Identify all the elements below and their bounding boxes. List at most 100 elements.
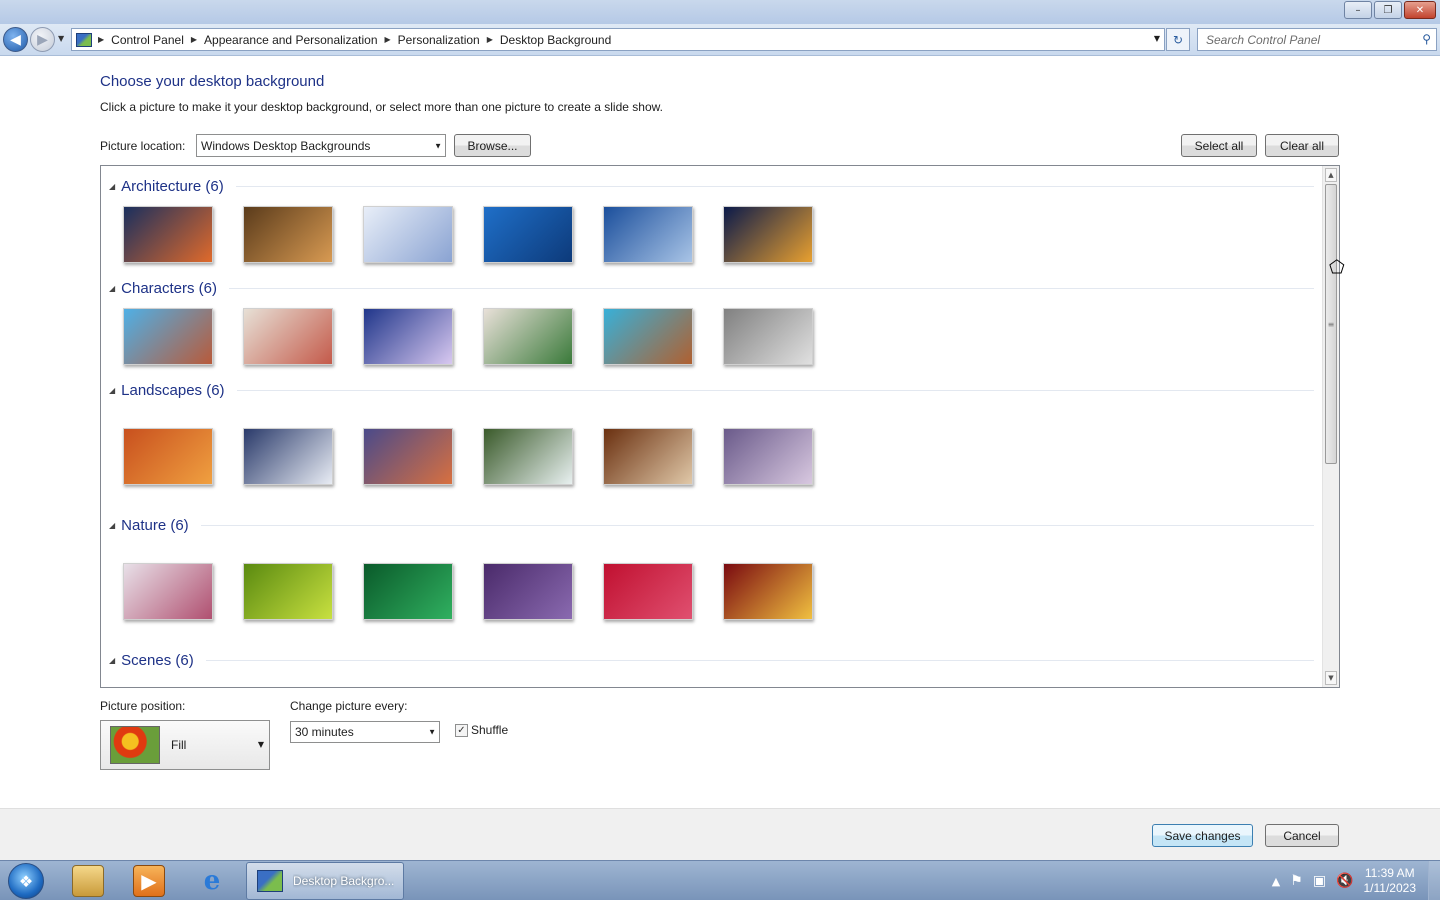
search-input[interactable]: Search Control Panel ⚲ bbox=[1197, 28, 1437, 51]
recent-pages-dropdown[interactable]: ▼ bbox=[58, 34, 64, 43]
group-title: Nature (6) bbox=[121, 516, 189, 534]
picture-location-select[interactable]: Windows Desktop Backgrounds ▼ bbox=[196, 134, 446, 157]
wallpaper-thumbnail[interactable] bbox=[603, 206, 693, 263]
wallpaper-thumbnail[interactable] bbox=[363, 563, 453, 620]
chevron-down-icon: ▼ bbox=[434, 141, 442, 150]
picture-location-value: Windows Desktop Backgrounds bbox=[201, 138, 371, 153]
breadcrumb-separator-icon[interactable]: ▶ bbox=[385, 35, 391, 44]
group-header[interactable]: ◢ Scenes (6) bbox=[109, 650, 1314, 670]
breadcrumb-label: Personalization bbox=[397, 32, 480, 47]
clock-time: 11:39 AM bbox=[1364, 866, 1415, 880]
shuffle-label[interactable]: Shuffle bbox=[471, 723, 508, 737]
show-hidden-icons-icon[interactable]: ▲ bbox=[1272, 875, 1280, 888]
group-header[interactable]: ◢ Characters (6) bbox=[109, 278, 1314, 298]
scroll-down-icon[interactable]: ▼ bbox=[1325, 671, 1337, 685]
wallpaper-thumbnail[interactable] bbox=[123, 206, 213, 263]
explorer-taskbar-icon[interactable] bbox=[72, 865, 104, 897]
wallpaper-thumbnail[interactable] bbox=[363, 428, 453, 485]
collapse-triangle-icon[interactable]: ◢ bbox=[109, 521, 115, 530]
wallpaper-thumbnail[interactable] bbox=[723, 563, 813, 620]
wallpaper-thumbnail[interactable] bbox=[603, 563, 693, 620]
back-button[interactable]: ◀ bbox=[3, 27, 28, 52]
collapse-triangle-icon[interactable]: ◢ bbox=[109, 386, 115, 395]
navigation-bar: ◀ ▶ ▼ ▶ Control Panel ▶ Appearance and Pe… bbox=[0, 24, 1440, 56]
group-divider bbox=[205, 659, 1314, 661]
volume-muted-icon[interactable]: 🔇 bbox=[1336, 873, 1353, 889]
start-button[interactable]: ❖ bbox=[8, 863, 44, 899]
wallpaper-thumbnail[interactable] bbox=[483, 206, 573, 263]
checkmark-icon: ✓ bbox=[457, 725, 466, 736]
cancel-button[interactable]: Cancel bbox=[1265, 824, 1339, 847]
wallpaper-thumbnail[interactable] bbox=[243, 428, 333, 485]
group-divider bbox=[200, 524, 1314, 526]
wallpaper-thumbnail[interactable] bbox=[243, 308, 333, 365]
scrollbar-thumb[interactable]: ≡ bbox=[1325, 184, 1337, 464]
minimize-button[interactable]: – bbox=[1344, 1, 1372, 19]
show-desktop-button[interactable] bbox=[1428, 861, 1440, 900]
save-changes-button[interactable]: Save changes bbox=[1152, 824, 1253, 847]
task-title: Desktop Backgro... bbox=[293, 874, 395, 888]
wallpaper-thumbnail[interactable] bbox=[243, 206, 333, 263]
breadcrumb-separator-icon[interactable]: ▶ bbox=[191, 35, 197, 44]
breadcrumb-appearance[interactable]: Appearance and Personalization ▶ bbox=[204, 33, 398, 47]
breadcrumb-separator-icon[interactable]: ▶ bbox=[487, 35, 493, 44]
select-all-button[interactable]: Select all bbox=[1181, 134, 1257, 157]
vertical-scrollbar[interactable]: ▲ ≡ ▼ bbox=[1322, 166, 1339, 687]
forward-button[interactable]: ▶ bbox=[30, 27, 55, 52]
collapse-triangle-icon[interactable]: ◢ bbox=[109, 182, 115, 191]
breadcrumb-desktop-background[interactable]: Desktop Background bbox=[500, 33, 611, 47]
collapse-triangle-icon[interactable]: ◢ bbox=[109, 284, 115, 293]
wallpaper-thumbnail[interactable] bbox=[243, 563, 333, 620]
action-center-flag-icon[interactable]: ⚑ bbox=[1290, 873, 1303, 889]
clock-date: 1/11/2023 bbox=[1363, 881, 1417, 895]
change-interval-select[interactable]: 30 minutes ▼ bbox=[290, 721, 440, 743]
wallpaper-thumbnail[interactable] bbox=[363, 308, 453, 365]
address-dropdown-icon[interactable]: ▼ bbox=[1154, 34, 1160, 43]
group-divider bbox=[235, 185, 1314, 187]
group-title: Characters (6) bbox=[121, 279, 218, 297]
wallpaper-thumbnail[interactable] bbox=[483, 308, 573, 365]
refresh-button[interactable]: ↻ bbox=[1166, 28, 1190, 51]
picture-position-select[interactable]: Fill ▼ bbox=[100, 720, 270, 770]
wallpaper-thumbnail[interactable] bbox=[723, 428, 813, 485]
browse-button[interactable]: Browse... bbox=[454, 134, 531, 157]
taskbar-task-desktop-background[interactable]: Desktop Backgro... bbox=[246, 862, 404, 900]
wallpaper-thumbnail[interactable] bbox=[483, 563, 573, 620]
page-title: Choose your desktop background bbox=[100, 73, 325, 90]
media-player-taskbar-icon[interactable]: ▶ bbox=[133, 865, 165, 897]
wallpaper-thumbnail[interactable] bbox=[123, 428, 213, 485]
restore-button[interactable]: ❐ bbox=[1374, 1, 1402, 19]
breadcrumb-label: Appearance and Personalization bbox=[204, 32, 378, 47]
clock[interactable]: 11:39 AM 1/11/2023 bbox=[1364, 866, 1417, 896]
wallpaper-thumbnail[interactable] bbox=[723, 308, 813, 365]
picture-position-label: Picture position: bbox=[100, 699, 186, 713]
wallpaper-thumbnail[interactable] bbox=[483, 428, 573, 485]
wallpaper-thumbnail[interactable] bbox=[723, 206, 813, 263]
wallpaper-thumbnail[interactable] bbox=[123, 308, 213, 365]
group-title: Architecture (6) bbox=[121, 177, 224, 195]
group-header[interactable]: ◢ Nature (6) bbox=[109, 515, 1314, 535]
picture-preview-thumbnail bbox=[110, 726, 160, 764]
address-bar[interactable]: ▶ Control Panel ▶ Appearance and Personal… bbox=[71, 28, 1165, 51]
group-header[interactable]: ◢ Landscapes (6) bbox=[109, 380, 1314, 400]
wallpaper-thumbnail[interactable] bbox=[603, 428, 693, 485]
clear-all-button[interactable]: Clear all bbox=[1265, 134, 1339, 157]
page-description: Click a picture to make it your desktop … bbox=[100, 100, 663, 114]
picture-list[interactable]: ◢ Architecture (6) ◢ Characters (6) ◢ Landsca… bbox=[100, 165, 1340, 688]
internet-explorer-taskbar-icon[interactable]: e bbox=[196, 865, 228, 897]
network-icon[interactable]: ▣ bbox=[1313, 873, 1326, 889]
collapse-triangle-icon[interactable]: ◢ bbox=[109, 656, 115, 665]
wallpaper-thumbnail[interactable] bbox=[123, 563, 213, 620]
group-header[interactable]: ◢ Architecture (6) bbox=[109, 176, 1314, 196]
breadcrumb-separator-icon[interactable]: ▶ bbox=[98, 35, 104, 44]
breadcrumb-control-panel[interactable]: Control Panel ▶ bbox=[111, 33, 204, 47]
breadcrumb-label: Desktop Background bbox=[499, 32, 612, 47]
shuffle-checkbox[interactable]: ✓ bbox=[455, 724, 468, 737]
breadcrumb-personalization[interactable]: Personalization ▶ bbox=[398, 33, 500, 47]
wallpaper-thumbnail[interactable] bbox=[363, 206, 453, 263]
close-button[interactable]: ✕ bbox=[1404, 1, 1436, 19]
scroll-up-icon[interactable]: ▲ bbox=[1325, 168, 1337, 182]
wallpaper-thumbnail[interactable] bbox=[603, 308, 693, 365]
group-divider bbox=[236, 389, 1314, 391]
search-icon[interactable]: ⚲ bbox=[1422, 32, 1431, 46]
